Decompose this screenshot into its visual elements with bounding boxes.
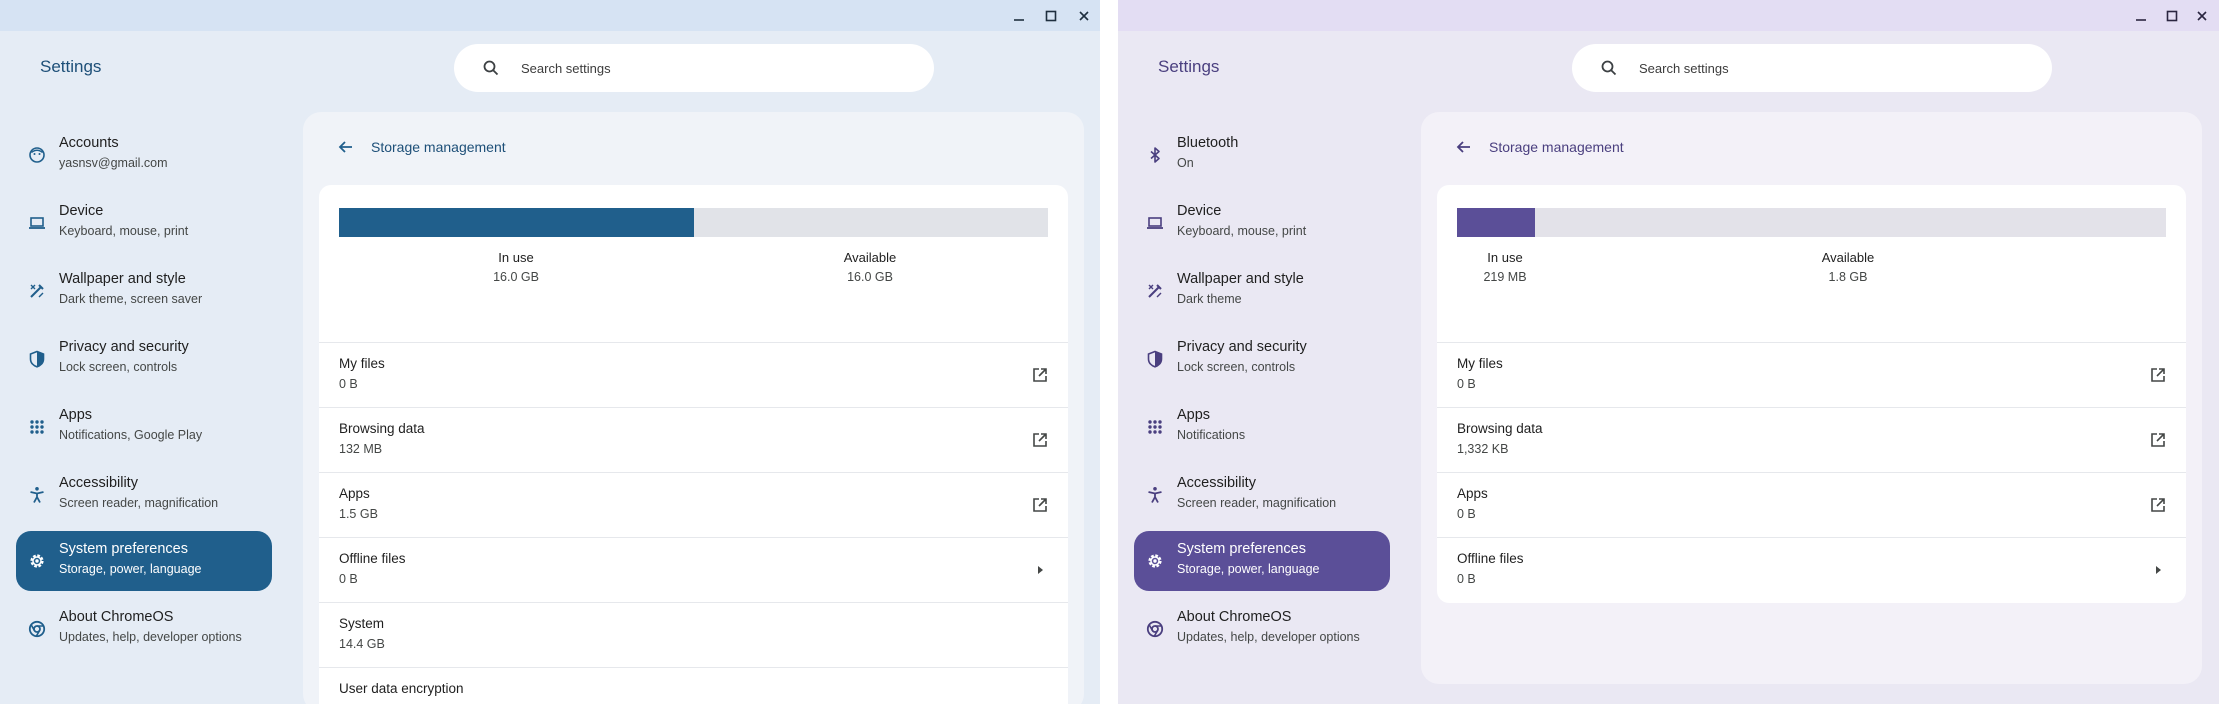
page-title: Storage management <box>371 139 506 155</box>
paintbrush-icon <box>28 282 46 300</box>
sidebar-item-device[interactable]: Device Keyboard, mouse, print <box>16 193 272 253</box>
storage-card: In use 219 MB Available 1.8 GB My files … <box>1437 185 2186 603</box>
maximize-icon[interactable] <box>2161 5 2183 27</box>
row-browsing-data[interactable]: Browsing data 132 MB <box>319 407 1068 472</box>
window-gap <box>1100 0 1118 704</box>
title-bar <box>1118 0 2219 31</box>
row-user-data-encryption[interactable]: User data encryption <box>319 667 1068 704</box>
minimize-icon[interactable] <box>2130 5 2152 27</box>
in-use-label: In use 219 MB <box>1437 250 1575 284</box>
in-use-label: In use 16.0 GB <box>446 250 586 284</box>
sidebar-item-wallpaper[interactable]: Wallpaper and style Dark theme, screen s… <box>16 261 272 321</box>
available-value: 16.0 GB <box>847 270 893 284</box>
settings-window-right: Settings Bluetooth On Device Keyboard, m… <box>1118 0 2219 704</box>
page-title: Storage management <box>1489 139 1624 155</box>
sidebar-item-wallpaper[interactable]: Wallpaper and style Dark theme <box>1134 261 1390 321</box>
sidebar-item-apps[interactable]: Apps Notifications <box>1134 397 1390 457</box>
sidebar-item-about[interactable]: About ChromeOS Updates, help, developer … <box>1134 599 1390 659</box>
app-title: Settings <box>40 57 102 76</box>
chromeos-icon <box>1146 620 1164 638</box>
chromeos-icon <box>28 620 46 638</box>
storage-panel: Storage management In use 16.0 GB Availa… <box>303 112 1084 704</box>
search-icon <box>1600 59 1618 77</box>
app-title: Settings <box>1158 57 1220 76</box>
row-apps[interactable]: Apps 1.5 GB <box>319 472 1068 537</box>
sidebar-item-apps[interactable]: Apps Notifications, Google Play <box>16 397 272 457</box>
back-arrow-icon[interactable] <box>337 138 355 156</box>
shield-icon <box>28 350 46 368</box>
maximize-icon[interactable] <box>1040 5 1062 27</box>
shield-icon <box>1146 350 1164 368</box>
available-value: 1.8 GB <box>1828 270 1868 284</box>
row-system: System 14.4 GB <box>319 602 1068 667</box>
close-icon[interactable] <box>2191 5 2213 27</box>
laptop-icon <box>28 214 46 232</box>
title-bar <box>0 0 1100 31</box>
search-bar[interactable] <box>1572 44 2052 92</box>
sidebar-item-privacy[interactable]: Privacy and security Lock screen, contro… <box>1134 329 1390 389</box>
sidebar-item-about[interactable]: About ChromeOS Updates, help, developer … <box>16 599 272 659</box>
gear-icon <box>1146 552 1164 570</box>
available-label: Available 1.8 GB <box>1778 250 1918 284</box>
search-bar[interactable] <box>454 44 934 92</box>
search-input[interactable] <box>1637 59 2021 77</box>
storage-meter <box>339 208 1048 237</box>
search-icon <box>482 59 500 77</box>
in-use-value: 219 MB <box>1483 270 1527 284</box>
sidebar-item-accessibility[interactable]: Accessibility Screen reader, magnificati… <box>1134 465 1390 525</box>
available-label: Available 16.0 GB <box>800 250 940 284</box>
in-use-value: 16.0 GB <box>493 270 539 284</box>
sidebar-item-device[interactable]: Device Keyboard, mouse, print <box>1134 193 1390 253</box>
settings-window-left: Settings Accounts yasnsv@gmail.com Devic… <box>0 0 1100 704</box>
account-icon <box>28 146 46 164</box>
apps-grid-icon <box>1146 418 1164 436</box>
storage-panel: Storage management In use 219 MB Availab… <box>1421 112 2202 684</box>
sidebar-item-system-preferences[interactable]: System preferences Storage, power, langu… <box>1134 531 1390 591</box>
close-icon[interactable] <box>1073 5 1095 27</box>
row-my-files[interactable]: My files 0 B <box>1437 342 2186 407</box>
sidebar-item-privacy[interactable]: Privacy and security Lock screen, contro… <box>16 329 272 389</box>
arrow-right-icon[interactable] <box>2149 561 2167 579</box>
storage-meter-fill <box>1457 208 1535 237</box>
row-offline-files[interactable]: Offline files 0 B <box>319 537 1068 602</box>
row-browsing-data[interactable]: Browsing data 1,332 KB <box>1437 407 2186 472</box>
open-external-icon[interactable] <box>2149 496 2167 514</box>
open-external-icon[interactable] <box>1031 431 1049 449</box>
search-input[interactable] <box>519 59 903 77</box>
gear-icon <box>28 552 46 570</box>
sidebar-item-bluetooth[interactable]: Bluetooth On <box>1134 125 1390 185</box>
open-external-icon[interactable] <box>1031 496 1049 514</box>
sidebar-item-accounts[interactable]: Accounts yasnsv@gmail.com <box>16 125 272 185</box>
row-offline-files[interactable]: Offline files 0 B <box>1437 537 2186 602</box>
storage-card: In use 16.0 GB Available 16.0 GB My file… <box>319 185 1068 704</box>
open-external-icon[interactable] <box>2149 431 2167 449</box>
bluetooth-icon <box>1146 146 1164 164</box>
row-apps[interactable]: Apps 0 B <box>1437 472 2186 537</box>
arrow-right-icon[interactable] <box>1031 561 1049 579</box>
storage-meter <box>1457 208 2166 237</box>
sidebar-item-accessibility[interactable]: Accessibility Screen reader, magnificati… <box>16 465 272 525</box>
accessibility-icon <box>1146 486 1164 504</box>
accessibility-icon <box>28 486 46 504</box>
paintbrush-icon <box>1146 282 1164 300</box>
back-arrow-icon[interactable] <box>1455 138 1473 156</box>
row-my-files[interactable]: My files 0 B <box>319 342 1068 407</box>
open-external-icon[interactable] <box>1031 366 1049 384</box>
storage-meter-fill <box>339 208 694 237</box>
minimize-icon[interactable] <box>1008 5 1030 27</box>
sidebar-item-system-preferences[interactable]: System preferences Storage, power, langu… <box>16 531 272 591</box>
open-external-icon[interactable] <box>2149 366 2167 384</box>
laptop-icon <box>1146 214 1164 232</box>
apps-grid-icon <box>28 418 46 436</box>
